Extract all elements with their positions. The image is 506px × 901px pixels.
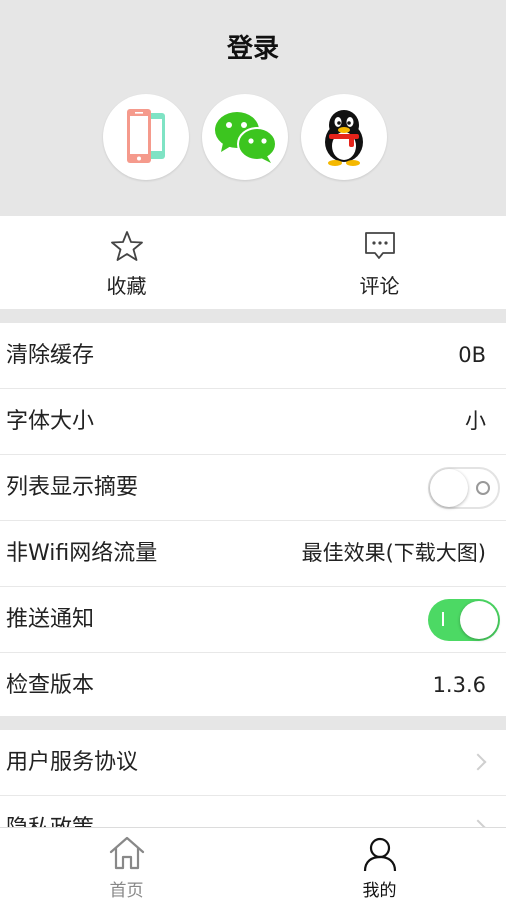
tab-mine-label: 我的	[362, 881, 397, 901]
tab-home[interactable]: 首页	[0, 828, 253, 901]
user-agreement-row[interactable]: 用户服务协议	[0, 730, 506, 796]
push-label: 推送通知	[6, 607, 95, 632]
non-wifi-traffic-row[interactable]: 非Wifi网络流量 最佳效果(下载大图)	[0, 521, 506, 587]
comments-label: 评论	[359, 274, 400, 298]
section-divider	[0, 309, 506, 323]
list-summary-row: 列表显示摘要	[0, 455, 506, 521]
settings-list: 清除缓存 0B 字体大小 小 列表显示摘要 非Wifi网络流量 最佳效果(下载大…	[0, 323, 506, 718]
wechat-icon	[215, 112, 277, 163]
bottom-tab-bar: 首页 我的	[0, 827, 506, 901]
font-size-row[interactable]: 字体大小 小	[0, 389, 506, 455]
favorites-label: 收藏	[106, 274, 147, 298]
chevron-right-icon	[469, 753, 487, 771]
push-notification-toggle[interactable]	[428, 599, 500, 641]
version-value: 1.3.6	[432, 673, 486, 697]
favorites-button[interactable]: 收藏	[0, 216, 253, 309]
page-title: 登录	[226, 34, 279, 64]
user-icon	[363, 837, 396, 872]
qq-penguin-icon	[325, 110, 363, 166]
user-agreement-label: 用户服务协议	[6, 750, 139, 775]
clear-cache-row[interactable]: 清除缓存 0B	[0, 323, 506, 389]
clear-cache-label: 清除缓存	[6, 343, 95, 368]
login-methods	[0, 94, 506, 180]
phone-login-button[interactable]	[103, 94, 189, 180]
non-wifi-label: 非Wifi网络流量	[6, 541, 158, 566]
login-header: 登录	[0, 0, 506, 216]
list-summary-label: 列表显示摘要	[6, 475, 139, 500]
push-notification-row: 推送通知	[0, 587, 506, 653]
comment-icon	[364, 232, 395, 259]
non-wifi-value: 最佳效果(下载大图)	[301, 541, 486, 565]
star-icon	[110, 231, 143, 261]
font-size-value: 小	[465, 409, 486, 433]
phone-icon	[127, 109, 165, 163]
cache-size-value: 0B	[458, 343, 486, 367]
check-version-label: 检查版本	[6, 673, 95, 698]
check-version-row[interactable]: 检查版本 1.3.6	[0, 653, 506, 718]
wechat-login-button[interactable]	[202, 94, 288, 180]
comments-button[interactable]: 评论	[253, 216, 506, 309]
section-divider	[0, 716, 506, 730]
font-size-label: 字体大小	[6, 409, 95, 434]
tab-mine[interactable]: 我的	[253, 828, 506, 901]
qq-login-button[interactable]	[301, 94, 387, 180]
list-summary-toggle[interactable]	[428, 467, 500, 509]
home-icon	[109, 836, 144, 870]
tab-home-label: 首页	[109, 881, 144, 901]
quick-actions: 收藏 评论	[0, 216, 506, 309]
